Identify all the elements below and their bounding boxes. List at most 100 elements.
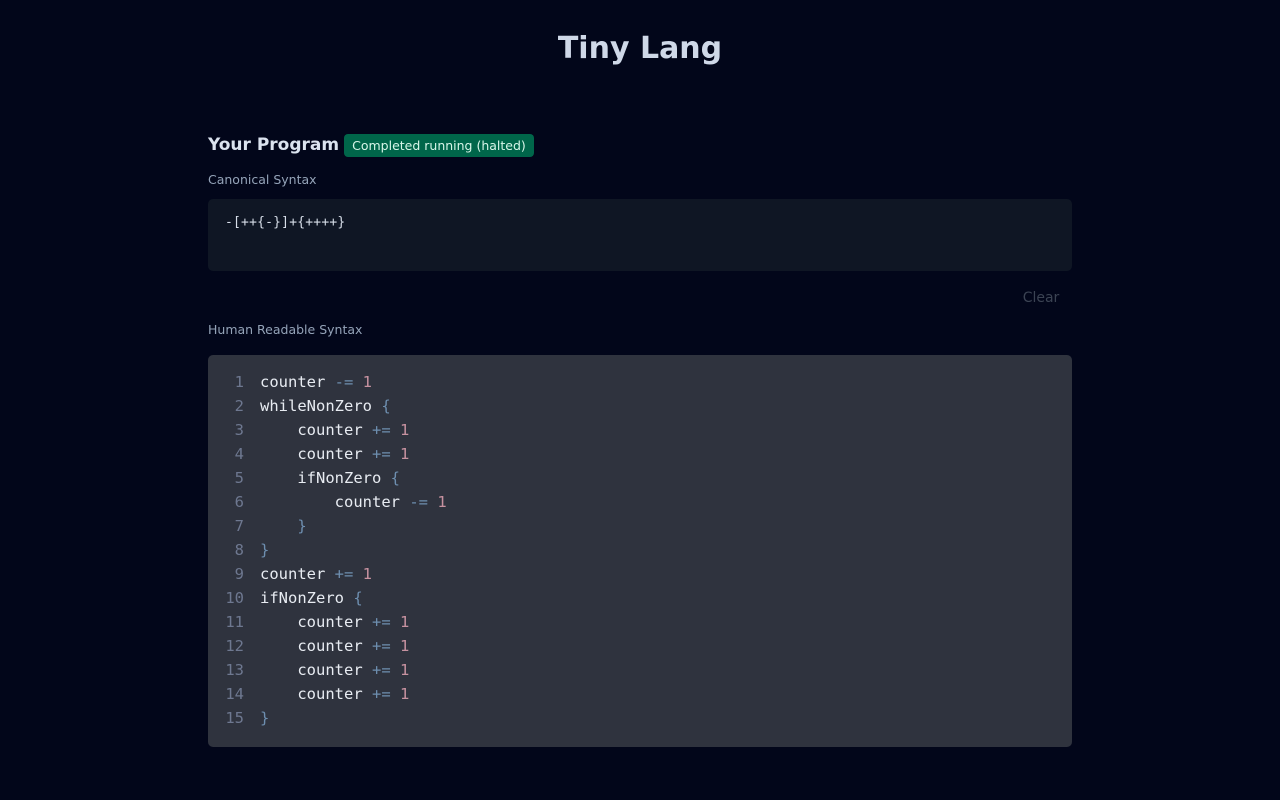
line-content: counter -= 1 <box>260 490 447 514</box>
code-token-brace: { <box>381 469 400 487</box>
code-editor[interactable]: 1 counter -= 1 2 whileNonZero {3 counter +=… <box>208 355 1072 747</box>
code-token-ident: counter <box>260 565 326 583</box>
canonical-syntax-label: Canonical Syntax <box>208 172 317 187</box>
clear-button[interactable]: Clear <box>1010 286 1072 310</box>
code-token-op: += <box>362 661 400 679</box>
code-token-num: 1 <box>362 373 372 391</box>
line-number: 2 <box>234 397 244 415</box>
human-readable-syntax-label: Human Readable Syntax <box>208 322 363 337</box>
code-token-num: 1 <box>437 493 447 511</box>
code-token-ident: ifNonZero <box>297 469 382 487</box>
line-content: counter += 1 <box>260 682 409 706</box>
line-content: } <box>260 514 307 538</box>
code-token-brace: } <box>260 541 270 559</box>
code-line: 10 ifNonZero { <box>208 586 1072 610</box>
line-content: ifNonZero { <box>260 586 363 610</box>
line-number: 8 <box>234 541 244 559</box>
app-title: Tiny Lang <box>557 31 723 66</box>
line-content: counter -= 1 <box>260 370 372 394</box>
code-token-ident: counter <box>297 445 363 463</box>
code-token-ident: counter <box>297 421 363 439</box>
line-content: counter += 1 <box>260 658 409 682</box>
code-line: 12 counter += 1 <box>208 634 1072 658</box>
code-token-num: 1 <box>399 445 410 463</box>
line-number: 3 <box>234 421 244 439</box>
line-number: 15 <box>225 709 244 727</box>
line-content: } <box>260 706 269 730</box>
code-token-num: 1 <box>399 421 410 439</box>
code-token-op: -= <box>399 493 438 511</box>
line-number: 11 <box>225 613 244 631</box>
code-token-ident: whileNonZero <box>260 397 372 415</box>
line-number: 13 <box>225 661 244 679</box>
code-token-num: 1 <box>399 685 410 703</box>
code-line: 4 counter += 1 <box>208 442 1072 466</box>
code-token-ident: counter <box>334 493 400 511</box>
line-content: counter += 1 <box>260 610 409 634</box>
code-line: 7 } <box>208 514 1072 538</box>
code-line: 6 counter -= 1 <box>208 490 1072 514</box>
line-number: 1 <box>234 373 244 391</box>
code-line: 1 counter -= 1 <box>208 370 1072 394</box>
code-token-num: 1 <box>399 613 410 631</box>
canonical-code-text: -[++{-}]+{++++} <box>225 215 346 230</box>
code-token-ident: ifNonZero <box>260 589 344 607</box>
line-content: } <box>260 538 269 562</box>
code-token-brace: { <box>371 397 391 415</box>
canonical-syntax-input[interactable]: -[++{-}]+{++++} <box>208 199 1072 271</box>
code-token-op: += <box>362 685 400 703</box>
line-content: ifNonZero { <box>260 466 400 490</box>
code-line: 5 ifNonZero { <box>208 466 1072 490</box>
code-token-op: += <box>325 565 363 583</box>
program-header: Your Program Completed running (halted) <box>208 132 1072 158</box>
code-token-ident: counter <box>297 661 363 679</box>
code-line: 2 whileNonZero { <box>208 394 1072 418</box>
status-badge: Completed running (halted) <box>344 133 534 157</box>
code-token-op: += <box>362 421 400 439</box>
program-heading: Your Program <box>208 135 340 155</box>
page: Tiny Lang Your Program Completed running… <box>0 0 1280 800</box>
code-token-op: -= <box>325 373 363 391</box>
code-token-brace: { <box>344 589 363 607</box>
code-token-ident: counter <box>297 685 363 703</box>
code-token-ident: counter <box>297 613 363 631</box>
line-number: 5 <box>234 469 244 487</box>
code-line: 15} <box>208 706 1072 730</box>
code-token-op: += <box>362 445 400 463</box>
code-token-brace: } <box>297 517 307 535</box>
code-token-num: 1 <box>399 637 410 655</box>
code-line: 14 counter += 1 <box>208 682 1072 706</box>
line-content: whileNonZero { <box>260 394 391 418</box>
line-number: 4 <box>234 445 244 463</box>
code-token-ident: counter <box>297 637 363 655</box>
line-number: 6 <box>234 493 244 511</box>
code-token-brace: } <box>260 709 270 727</box>
line-number: 10 <box>225 589 244 607</box>
code-line: 8} <box>208 538 1072 562</box>
line-content: counter += 1 <box>260 418 409 442</box>
line-number: 14 <box>225 685 244 703</box>
code-token-op: += <box>362 637 400 655</box>
code-token-num: 1 <box>399 661 410 679</box>
line-number: 12 <box>225 637 244 655</box>
line-content: counter += 1 <box>260 634 409 658</box>
line-content: counter += 1 <box>260 442 409 466</box>
code-line: 3 counter += 1 <box>208 418 1072 442</box>
code-line: 11 counter += 1 <box>208 610 1072 634</box>
code-lines: 1 counter -= 1 2 whileNonZero {3 counter +=… <box>208 370 1072 730</box>
line-content: counter += 1 <box>260 562 372 586</box>
line-number: 7 <box>234 517 244 535</box>
code-token-num: 1 <box>362 565 372 583</box>
code-token-ident: counter <box>260 373 326 391</box>
code-line: 13 counter += 1 <box>208 658 1072 682</box>
line-number: 9 <box>234 565 244 583</box>
